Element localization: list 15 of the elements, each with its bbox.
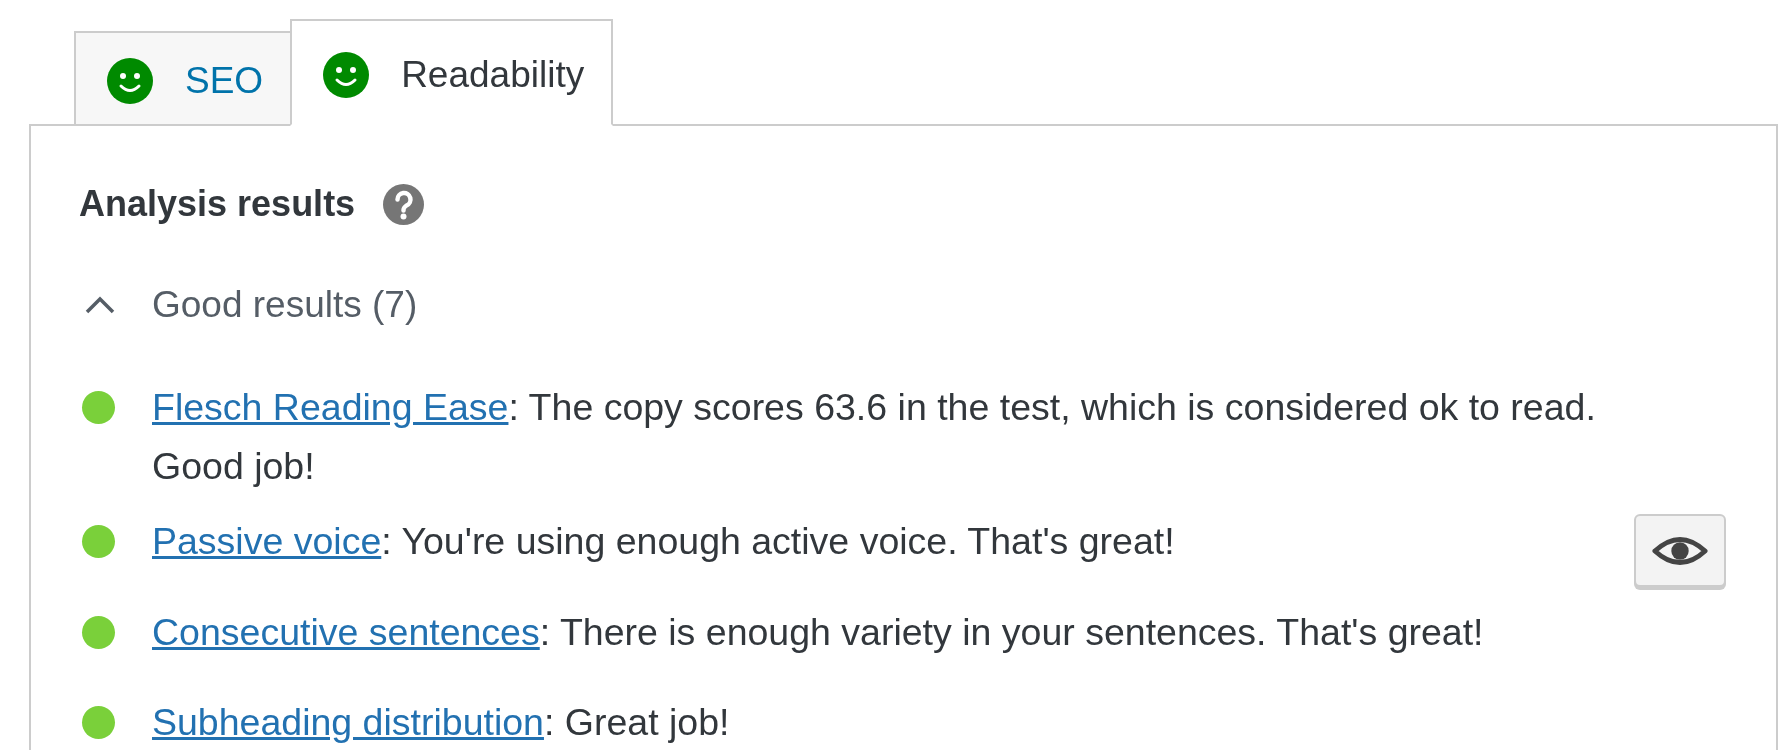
result-text: Consecutive sentences: There is enough variety in your sentences. That's great! xyxy=(152,610,1485,655)
result-link[interactable]: Subheading distribution xyxy=(152,701,544,743)
highlight-button[interactable] xyxy=(1634,514,1726,587)
analysis-tab[interactable]: SEO xyxy=(74,31,293,126)
analysis-tab[interactable]: Readability xyxy=(290,19,614,126)
result-text: Passive voice: You're using enough active voice. That's great! xyxy=(152,519,1176,564)
help-icon[interactable] xyxy=(383,183,425,225)
results-group-toggle[interactable]: Good results (7) xyxy=(79,283,418,327)
result-text: Flesch Reading Ease: The copy scores 63.6 in the test, which is considered ok to read. Good job! xyxy=(152,385,1597,489)
result-link[interactable]: Passive voice xyxy=(152,520,382,562)
result-link[interactable]: Flesch Reading Ease xyxy=(152,386,509,428)
eye-icon xyxy=(1652,534,1708,567)
section-heading: Analysis results xyxy=(79,182,356,226)
result-link[interactable]: Consecutive sentences xyxy=(152,611,540,653)
result-text: Subheading distribution: Great job! xyxy=(152,700,731,745)
